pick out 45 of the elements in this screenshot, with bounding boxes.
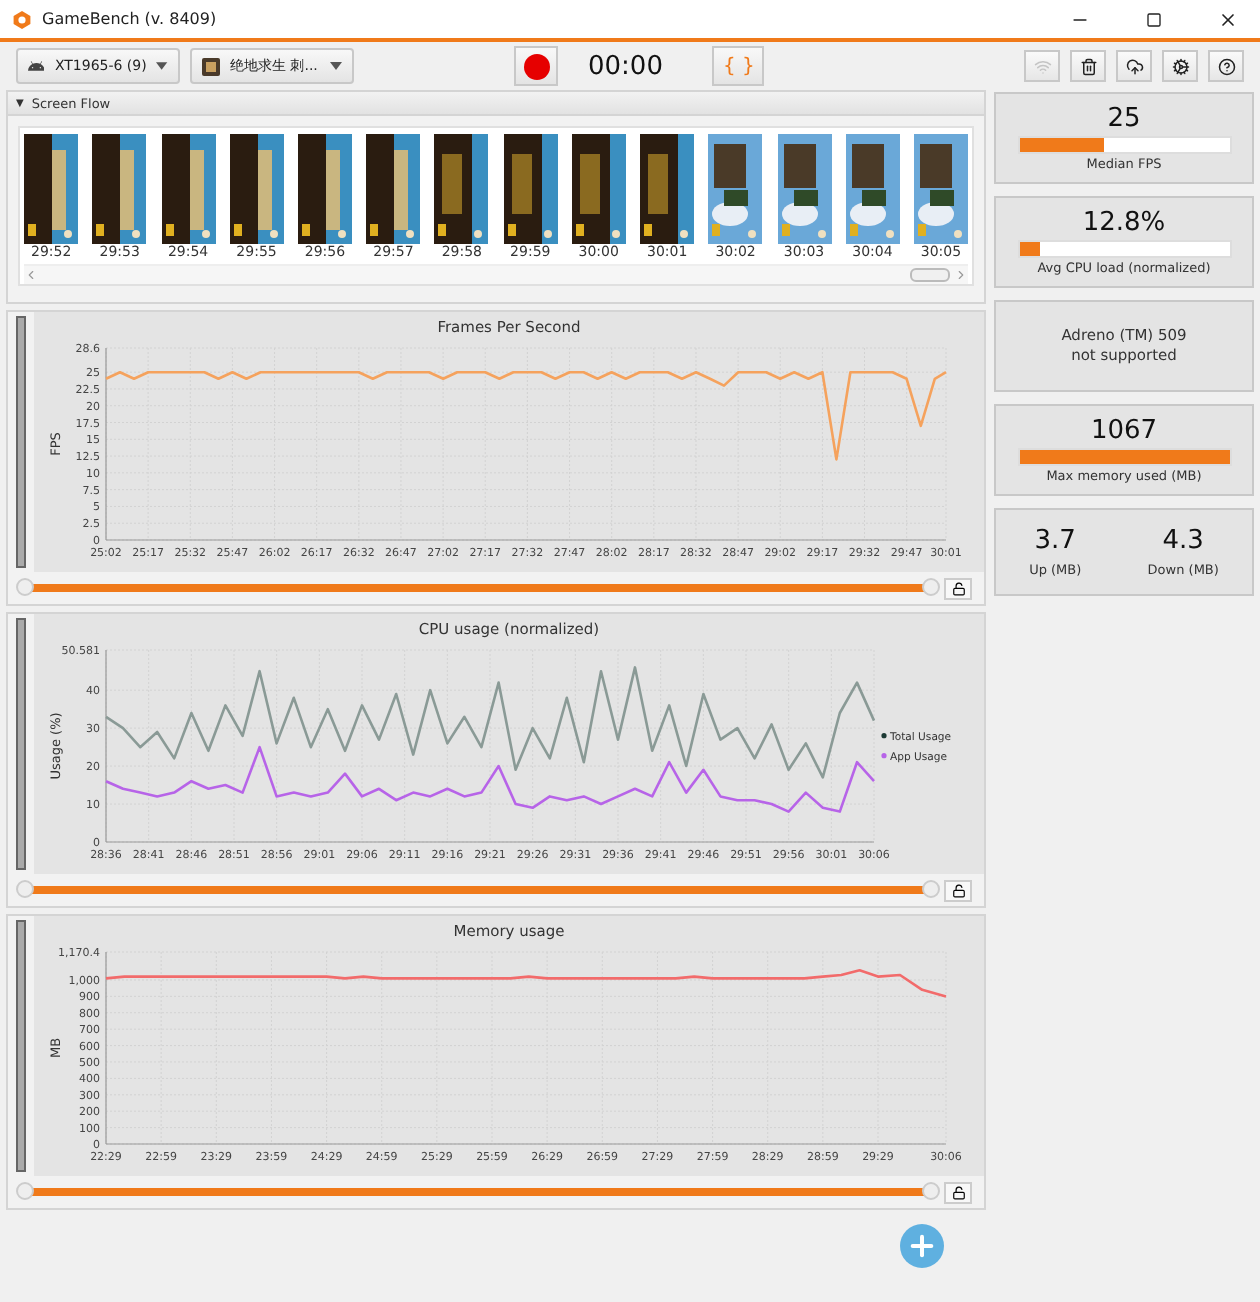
trash-icon [1079,57,1097,75]
scroll-thumb[interactable] [910,268,950,282]
plus-icon [906,1230,938,1262]
stat-value: 4.3 [1162,526,1204,556]
stat-value: 25 [1107,104,1141,134]
slider-handle[interactable] [922,1182,940,1200]
timer: 00:00 [588,51,663,81]
lock-button[interactable] [944,577,972,599]
cloud-upload-icon [1125,57,1143,75]
maximize-icon [1146,11,1162,27]
unlock-icon [951,1185,965,1199]
wifi-icon [1033,57,1051,75]
unlock-icon [951,883,965,897]
caret-icon [330,62,342,70]
upload-button[interactable] [1116,50,1152,82]
slider-handle[interactable] [16,880,34,898]
lock-button[interactable] [944,1181,972,1203]
lock-button[interactable] [944,879,972,901]
scroll-right-icon [954,268,968,282]
resize-handle[interactable] [16,618,26,870]
unlock-icon [951,581,965,595]
stat-value: 1067 [1090,416,1158,446]
slider-handle[interactable] [16,578,34,596]
record-button[interactable] [514,46,558,86]
help-icon [1217,57,1235,75]
android-icon [28,57,45,75]
slider-handle[interactable] [922,578,940,596]
add-button[interactable] [900,1224,944,1268]
stat-value: 12.8% [1082,208,1166,238]
scrollbar[interactable] [24,264,968,284]
slider-handle[interactable] [16,1182,34,1200]
settings-button[interactable] [1162,50,1198,82]
settings-icon [1171,57,1189,75]
app-logo-icon [12,9,32,29]
scroll-left-icon [24,268,38,282]
window-title: GameBench (v. 8409) [42,10,219,28]
stat-value: 3.7 [1034,526,1076,556]
resize-handle[interactable] [16,316,26,568]
resize-handle[interactable] [16,920,26,1172]
app-icon [202,57,220,75]
caret-icon [156,62,168,70]
help-button[interactable] [1208,50,1244,82]
delete-button[interactable] [1070,50,1106,82]
slider-handle[interactable] [922,880,940,898]
close-icon [1218,9,1238,29]
